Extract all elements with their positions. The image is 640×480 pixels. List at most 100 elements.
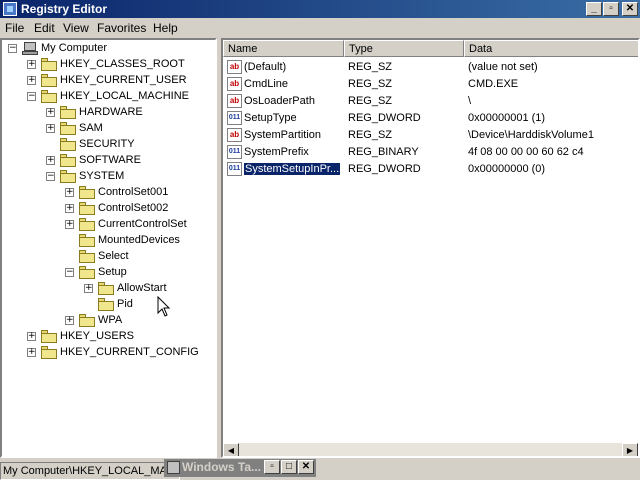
expand-icon[interactable]: + [84, 284, 93, 293]
tree-node[interactable]: MountedDevices [2, 233, 212, 249]
expand-icon[interactable]: + [27, 76, 36, 85]
tree-node-label: SYSTEM [79, 170, 125, 182]
collapse-icon[interactable]: − [46, 172, 55, 181]
window-icon [167, 461, 180, 474]
tree-node-label: HKEY_CURRENT_CONFIG [60, 346, 199, 358]
scroll-left-button[interactable]: ◀ [223, 443, 239, 456]
tree-node-label: AllowStart [117, 282, 167, 294]
tree-node[interactable]: + HKEY_CURRENT_CONFIG [2, 345, 212, 361]
tree-node[interactable]: + ControlSet002 [2, 201, 212, 217]
value-type: REG_SZ [348, 61, 393, 73]
minimized-window[interactable]: Windows Ta... ▫ □ ✕ [164, 459, 316, 477]
expand-icon[interactable]: + [65, 204, 74, 213]
tree-node[interactable]: + HKEY_CURRENT_USER [2, 73, 212, 89]
column-header-type[interactable]: Type [344, 40, 464, 57]
menu-view[interactable]: View [63, 21, 89, 35]
expand-icon[interactable]: + [65, 316, 74, 325]
tree-node[interactable]: + HKEY_CLASSES_ROOT [2, 57, 212, 73]
value-name: SystemPartition [244, 129, 322, 141]
horizontal-scrollbar[interactable]: ◀ ▶ [223, 443, 638, 456]
value-data: (value not set) [468, 61, 538, 73]
value-type: REG_BINARY [348, 146, 419, 158]
menu-edit[interactable]: Edit [34, 21, 55, 35]
status-bar: My Computer\HKEY_LOCAL_MAC [0, 460, 640, 480]
tree-node[interactable]: + SAM [2, 121, 212, 137]
tree-node[interactable]: SECURITY [2, 137, 212, 153]
tree-node[interactable]: Pid [2, 297, 212, 313]
restore-button[interactable]: ▫ [603, 2, 619, 16]
value-row[interactable]: 011 SystemSetupInPr... REG_DWORD 0x00000000… [223, 161, 638, 178]
value-name: CmdLine [244, 78, 289, 90]
tree-node-label: Setup [98, 266, 127, 278]
expand-icon[interactable]: + [46, 108, 55, 117]
tree-node[interactable]: − SYSTEM [2, 169, 212, 185]
string-value-icon: ab [227, 128, 242, 142]
folder-icon [79, 314, 95, 327]
minimized-maximize-button[interactable]: □ [281, 460, 297, 474]
tree-node[interactable]: + HARDWARE [2, 105, 212, 121]
value-name: (Default) [244, 61, 287, 73]
column-header-data[interactable]: Data [464, 40, 638, 57]
minimized-restore-button[interactable]: ▫ [264, 460, 280, 474]
tree-node[interactable]: − HKEY_LOCAL_MACHINE [2, 89, 212, 105]
tree-node[interactable]: − My Computer [2, 41, 212, 57]
value-data: \ [468, 95, 472, 107]
expand-icon[interactable]: + [27, 332, 36, 341]
folder-open-icon [60, 170, 76, 183]
tree-node-label: ControlSet002 [98, 202, 169, 214]
string-value-icon: ab [227, 60, 242, 74]
tree-node[interactable]: + WPA [2, 313, 212, 329]
tree-node-label: Pid [117, 298, 133, 310]
value-row[interactable]: 011 SetupType REG_DWORD 0x00000001 (1) [223, 110, 638, 127]
tree-node-label: HARDWARE [79, 106, 143, 118]
values-list-pane[interactable]: Name Type Data ab (Default) REG_SZ (value n… [221, 38, 640, 458]
close-button[interactable]: ✕ [622, 2, 638, 16]
tree-node-label: SECURITY [79, 138, 135, 150]
column-header-name[interactable]: Name [223, 40, 344, 57]
expand-icon[interactable]: + [46, 156, 55, 165]
tree-node[interactable]: − Setup [2, 265, 212, 281]
collapse-icon[interactable]: − [65, 268, 74, 277]
tree-node[interactable]: + CurrentControlSet [2, 217, 212, 233]
value-data: CMD.EXE [468, 78, 519, 90]
folder-icon [60, 106, 76, 119]
expand-icon[interactable]: + [65, 188, 74, 197]
menu-help[interactable]: Help [153, 21, 178, 35]
expand-icon[interactable]: + [65, 220, 74, 229]
minimized-window-title: Windows Ta... [182, 460, 262, 474]
string-value-icon: ab [227, 94, 242, 108]
value-row[interactable]: 011 SystemPrefix REG_BINARY 4f 08 00 00 00 … [223, 144, 638, 161]
minimize-button[interactable]: _ [586, 2, 602, 16]
key-tree-pane[interactable]: − My Computer + HKEY_CLASSES_ROOT + HKEY_CURR… [0, 38, 217, 458]
tree-node[interactable]: Select [2, 249, 212, 265]
value-name: SystemSetupInPr... [242, 162, 342, 176]
menu-file[interactable]: File [5, 21, 24, 35]
value-row[interactable]: ab CmdLine REG_SZ CMD.EXE [223, 76, 638, 93]
value-row[interactable]: ab SystemPartition REG_SZ \Device\HarddiskV… [223, 127, 638, 144]
tree-node[interactable]: + ControlSet001 [2, 185, 212, 201]
binary-value-icon: 011 [227, 145, 242, 159]
expand-icon[interactable]: + [27, 348, 36, 357]
title-bar[interactable]: Registry Editor _ ▫ ✕ [0, 0, 640, 18]
expand-icon[interactable]: + [46, 124, 55, 133]
scroll-right-button[interactable]: ▶ [622, 443, 638, 456]
tree-node-label: SAM [79, 122, 103, 134]
value-type: REG_DWORD [348, 163, 421, 175]
menu-favorites[interactable]: Favorites [97, 21, 146, 35]
value-type: REG_SZ [348, 129, 393, 141]
binary-value-icon: 011 [227, 111, 242, 125]
tree-node[interactable]: + SOFTWARE [2, 153, 212, 169]
tree-node[interactable]: + HKEY_USERS [2, 329, 212, 345]
value-data: 0x00000000 (0) [468, 163, 546, 175]
value-type: REG_SZ [348, 78, 393, 90]
collapse-icon[interactable]: − [27, 92, 36, 101]
tree-node[interactable]: + AllowStart [2, 281, 212, 297]
folder-icon [79, 218, 95, 231]
expand-icon[interactable]: + [27, 60, 36, 69]
tree-node-label: SOFTWARE [79, 154, 141, 166]
collapse-icon[interactable]: − [8, 44, 17, 53]
computer-icon [22, 42, 38, 55]
value-row[interactable]: ab (Default) REG_SZ (value not set) [223, 59, 638, 76]
value-row[interactable]: ab OsLoaderPath REG_SZ \ [223, 93, 638, 110]
minimized-close-button[interactable]: ✕ [298, 460, 314, 474]
